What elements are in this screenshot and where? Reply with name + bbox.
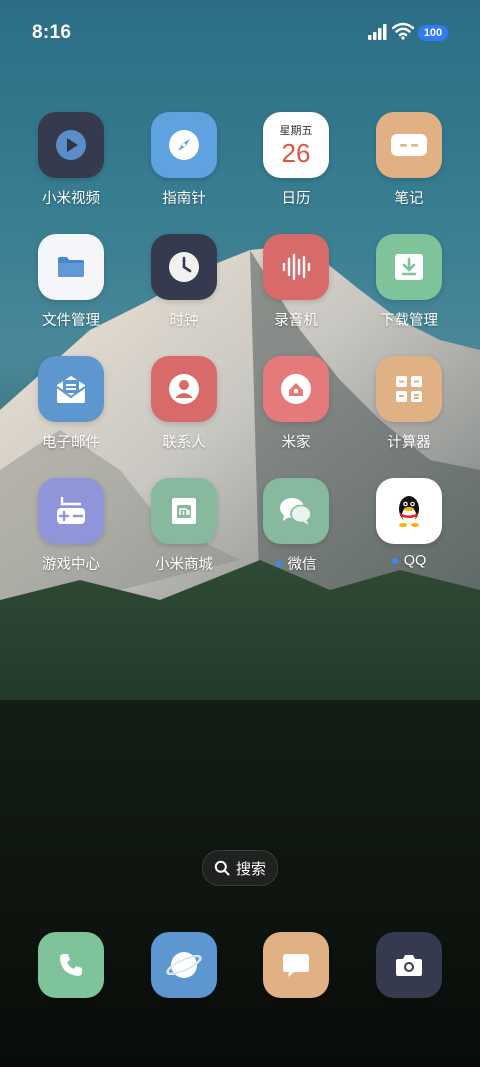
app-label: 指南针 — [162, 191, 206, 207]
qq-icon — [376, 478, 442, 544]
message-icon — [263, 932, 329, 998]
app-mi-store[interactable]: 小米商城 — [128, 478, 240, 574]
app-calculator[interactable]: 计算器 — [353, 356, 465, 452]
waveform-icon — [263, 234, 329, 300]
app-label: 小米视频 — [42, 191, 100, 207]
dock-phone[interactable] — [15, 932, 127, 998]
folder-icon — [38, 234, 104, 300]
home-icon — [263, 356, 329, 422]
calculator-icon — [376, 356, 442, 422]
app-label: 下载管理 — [380, 313, 438, 329]
app-clock[interactable]: 时钟 — [128, 234, 240, 330]
app-wechat[interactable]: 微信 — [240, 478, 352, 574]
app-contacts[interactable]: 联系人 — [128, 356, 240, 452]
phone-icon — [38, 932, 104, 998]
calendar-icon: 星期五 26 — [263, 112, 329, 178]
camera-icon — [376, 932, 442, 998]
app-file-manager[interactable]: 文件管理 — [15, 234, 127, 330]
app-label: 米家 — [281, 435, 311, 451]
app-label: 微信 — [287, 557, 317, 573]
new-install-dot — [275, 560, 282, 567]
app-email[interactable]: 电子邮件 — [15, 356, 127, 452]
gamepad-icon — [38, 478, 104, 544]
browser-icon — [151, 932, 217, 998]
app-label: 小米商城 — [155, 557, 213, 573]
app-label: 电子邮件 — [42, 435, 100, 451]
app-label: 游戏中心 — [42, 557, 100, 573]
clock-icon — [151, 234, 217, 300]
download-icon — [376, 234, 442, 300]
person-icon — [151, 356, 217, 422]
app-label-with-dot: QQ — [391, 553, 427, 569]
status-bar: 8:16 100 — [0, 0, 480, 64]
note-icon — [376, 112, 442, 178]
app-label: 笔记 — [394, 191, 424, 207]
dock-camera[interactable] — [353, 932, 465, 998]
app-mi-video[interactable]: 小米视频 — [15, 112, 127, 208]
status-time: 8:16 — [32, 22, 72, 43]
search-button[interactable]: 搜索 — [202, 850, 278, 886]
dock-browser[interactable] — [128, 932, 240, 998]
new-install-dot — [391, 558, 398, 564]
search-icon — [214, 860, 230, 876]
mail-icon — [38, 356, 104, 422]
dock-messages[interactable] — [240, 932, 352, 998]
app-compass[interactable]: 指南针 — [128, 112, 240, 208]
app-downloads[interactable]: 下载管理 — [353, 234, 465, 330]
app-label-with-dot: 微信 — [275, 553, 317, 574]
app-label: 时钟 — [169, 313, 199, 329]
calendar-day: 26 — [281, 138, 311, 168]
app-qq[interactable]: QQ — [353, 478, 465, 569]
search-label: 搜索 — [235, 860, 266, 878]
store-icon — [151, 478, 217, 544]
compass-icon — [151, 112, 217, 178]
wifi-icon — [392, 22, 414, 40]
app-label: QQ — [403, 553, 427, 569]
play-icon — [38, 112, 104, 178]
app-calendar[interactable]: 星期五 26 日历 — [240, 112, 352, 208]
app-label: 文件管理 — [42, 313, 100, 329]
signal-icon — [368, 24, 387, 40]
app-label: 日历 — [281, 191, 311, 207]
wechat-icon — [263, 478, 329, 544]
app-mijia[interactable]: 米家 — [240, 356, 352, 452]
app-label: 计算器 — [387, 435, 431, 451]
calendar-weekday: 星期五 — [279, 125, 313, 137]
app-label: 联系人 — [162, 435, 206, 451]
app-game-center[interactable]: 游戏中心 — [15, 478, 127, 574]
app-recorder[interactable]: 录音机 — [240, 234, 352, 330]
app-notes[interactable]: 笔记 — [353, 112, 465, 208]
battery-indicator: 100 — [418, 25, 448, 41]
app-label: 录音机 — [274, 313, 318, 329]
